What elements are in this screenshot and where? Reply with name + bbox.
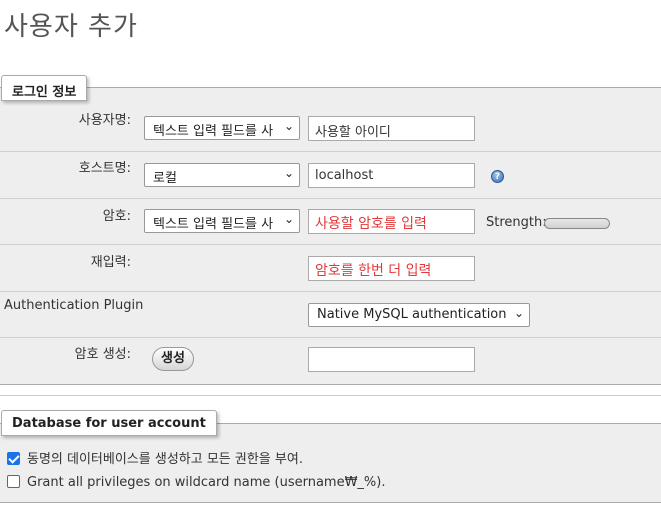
username-input[interactable]: 사용할 아이디 [308, 116, 475, 141]
password-label: 암호: [102, 209, 131, 224]
host-type-select[interactable]: 로컬 ⌄ [144, 163, 300, 187]
create-db-option-label: 동명의 데이터베이스를 생성하고 모든 권한을 부여. [27, 452, 303, 467]
retype-row: 재입력: 암호를 한번 더 입력 [0, 245, 661, 292]
chevron-down-icon: ⌄ [283, 166, 294, 180]
retype-label: 재입력: [90, 255, 131, 270]
strength-label: Strength: [486, 215, 547, 230]
database-legend: Database for user account [1, 410, 217, 436]
chevron-down-icon: ⌄ [283, 119, 294, 133]
login-info-legend: 로그인 정보 [1, 75, 88, 101]
create-db-option[interactable]: 동명의 데이터베이스를 생성하고 모든 권한을 부여. [7, 448, 303, 467]
help-icon[interactable]: ? [491, 170, 504, 183]
generate-password-label: 암호 생성: [74, 347, 131, 362]
wildcard-grant-option[interactable]: Grant all privileges on wildcard name (u… [7, 475, 385, 490]
section-divider [0, 395, 661, 396]
auth-plugin-select[interactable]: Native MySQL authentication ⌄ [308, 303, 530, 327]
username-input-placeholder: 사용할 아이디 [315, 125, 391, 140]
wildcard-grant-checkbox[interactable] [7, 475, 20, 488]
retype-input[interactable]: 암호를 한번 더 입력 [308, 256, 475, 281]
host-input-value: localhost [315, 168, 374, 183]
password-input[interactable]: 사용할 암호를 입력 [308, 209, 475, 234]
wildcard-grant-option-label: Grant all privileges on wildcard name (u… [27, 475, 386, 490]
username-row: 사용자명: 텍스트 입력 필드를 사 ⌄ 사용할 아이디 [0, 88, 661, 152]
password-strength-meter [544, 218, 610, 229]
retype-input-placeholder: 암호를 한번 더 입력 [315, 263, 432, 279]
generated-password-input[interactable] [308, 347, 475, 372]
host-input[interactable]: localhost [308, 163, 475, 188]
auth-plugin-select-value: Native MySQL authentication [317, 307, 507, 322]
username-label: 사용자명: [78, 113, 131, 128]
login-info-fieldset: 사용자명: 텍스트 입력 필드를 사 ⌄ 사용할 아이디 호스트명: 로컬 ⌄ … [0, 87, 661, 385]
auth-plugin-row: Authentication Plugin Native MySQL authe… [0, 292, 661, 338]
host-label: 호스트명: [78, 161, 131, 176]
create-db-checkbox[interactable] [7, 452, 20, 465]
username-type-select[interactable]: 텍스트 입력 필드를 사 ⌄ [144, 116, 300, 140]
page-title: 사용자 추가 [4, 12, 138, 42]
password-type-select[interactable]: 텍스트 입력 필드를 사 ⌄ [144, 209, 300, 233]
auth-plugin-label: Authentication Plugin [4, 298, 144, 313]
chevron-down-icon: ⌄ [283, 212, 294, 226]
chevron-down-icon: ⌄ [513, 306, 524, 320]
host-type-select-value: 로컬 [153, 171, 177, 186]
password-row: 암호: 텍스트 입력 필드를 사 ⌄ 사용할 암호를 입력 Strength: [0, 199, 661, 245]
host-row: 호스트명: 로컬 ⌄ localhost ? [0, 152, 661, 199]
password-type-select-value: 텍스트 입력 필드를 사 [153, 217, 274, 232]
password-input-placeholder: 사용할 암호를 입력 [315, 216, 427, 232]
username-type-select-value: 텍스트 입력 필드를 사 [153, 124, 274, 139]
generate-password-row: 암호 생성: 생성 [0, 338, 661, 386]
generate-password-button[interactable]: 생성 [152, 347, 194, 371]
